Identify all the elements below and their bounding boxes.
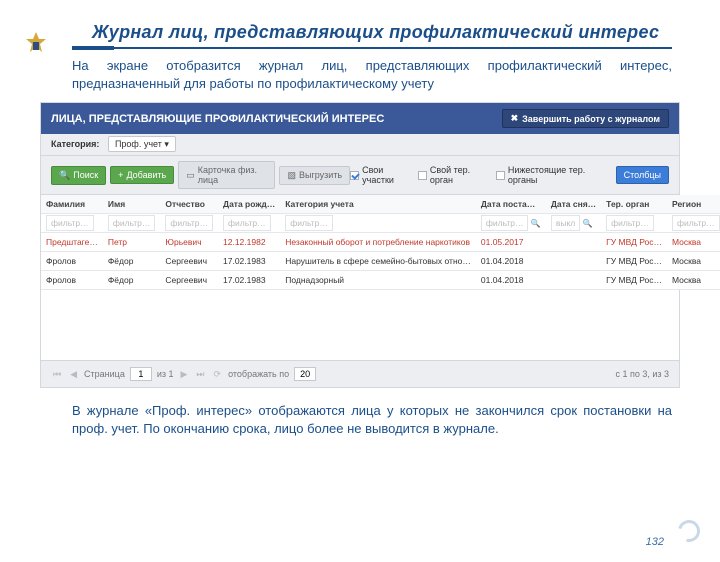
search-button[interactable]: 🔍Поиск [51,166,106,185]
filter-date-off[interactable]: выкл [551,215,580,231]
pager-prev[interactable]: ◀ [68,369,79,380]
filter-date-on[interactable]: фильтр… [481,215,529,231]
pager-first[interactable]: ⏮ [51,369,63,380]
filter-middlename[interactable]: фильтр… [165,215,213,231]
app-header: ЛИЦА, ПРЕДСТАВЛЯЮЩИЕ ПРОФИЛАКТИЧЕСКИЙ ИН… [41,103,679,134]
col-dob[interactable]: Дата рожд… [218,195,280,214]
pager-last[interactable]: ⏭ [194,369,206,380]
filter-region[interactable]: фильтр… [672,215,720,231]
toolbar: 🔍Поиск +Добавить ▭Карточка физ. лица ▧Вы… [41,156,679,195]
col-firstname[interactable]: Имя [103,195,161,214]
table-row[interactable]: ФроловФёдорСергеевич17.02.1983Нарушитель… [41,252,720,271]
app-title: ЛИЦА, ПРЕДСТАВЛЯЮЩИЕ ПРОФИЛАКТИЧЕСКИЙ ИН… [51,113,384,125]
checkbox-icon [418,171,427,180]
emblem-icon [22,30,50,63]
intro-paragraph: На экране отобразится журнал лиц, предст… [72,57,672,92]
own-org-checkbox[interactable]: Свой тер. орган [418,165,492,185]
card-icon: ▭ [186,170,195,181]
search-icon: 🔍 [59,170,70,181]
col-category[interactable]: Категория учета [280,195,476,214]
checkbox-icon [496,171,505,180]
pager-perpage-input[interactable] [294,367,316,381]
filter-lastname[interactable]: фильтр… [46,215,94,231]
slide-title: Журнал лиц, представляющих профилактичес… [92,22,720,43]
pager: ⏮ ◀ Страница из 1 ▶ ⏭ ⟳ отображать по с … [41,360,679,387]
card-button[interactable]: ▭Карточка физ. лица [178,161,275,189]
chevron-down-icon: ▾ [164,139,169,149]
sub-org-checkbox[interactable]: Нижестоящие тер. органы [496,165,611,185]
category-bar: Категория: Проф. учет ▾ [41,134,679,156]
own-areas-checkbox[interactable]: Свои участки [350,165,414,185]
checkbox-icon [350,171,359,180]
table-empty-space [41,290,679,360]
plus-icon: + [118,170,123,180]
pager-summary: с 1 по 3, из 3 [615,369,669,379]
pager-perpage-label: отображать по [228,369,289,379]
pager-refresh[interactable]: ⟳ [212,369,224,380]
col-org[interactable]: Тер. орган [601,195,667,214]
filter-row: фильтр… фильтр… фильтр… фильтр… фильтр… … [41,214,720,233]
table-row[interactable]: Предштаге…ПетрЮрьевич12.12.1982Незаконны… [41,233,720,252]
col-date-on[interactable]: Дата поста… [476,195,546,214]
page-number: 132 [646,536,664,548]
filter-org[interactable]: фильтр… [606,215,654,231]
app-window: ЛИЦА, ПРЕДСТАВЛЯЮЩИЕ ПРОФИЛАКТИЧЕСКИЙ ИН… [40,102,680,388]
pager-next[interactable]: ▶ [179,369,190,380]
outro-paragraph: В журнале «Проф. интерес» отображаются л… [72,402,672,437]
col-region[interactable]: Регион [667,195,720,214]
export-button[interactable]: ▧Выгрузить [279,166,350,185]
category-chip[interactable]: Проф. учет ▾ [108,136,176,152]
table-row[interactable]: ФроловФёдорСергеевич17.02.1983Поднадзорн… [41,271,720,290]
pager-of-total: из 1 [157,369,174,379]
filter-dob[interactable]: фильтр… [223,215,271,231]
col-lastname[interactable]: Фамилия [41,195,103,214]
close-icon: ✖ [511,113,519,124]
add-button[interactable]: +Добавить [110,166,174,184]
col-date-off[interactable]: Дата сня… [546,195,601,214]
pager-page-label: Страница [84,369,125,379]
export-icon: ▧ [287,170,296,181]
table-header-row: Фамилия Имя Отчество Дата рожд… Категори… [41,195,720,214]
search-icon[interactable]: 🔍 [531,219,541,228]
title-underline [72,47,672,49]
close-label: Завершить работу с журналом [522,114,660,124]
filter-category[interactable]: фильтр… [285,215,333,231]
columns-button[interactable]: Столбцы [616,166,669,184]
close-journal-button[interactable]: ✖ Завершить работу с журналом [502,109,669,128]
search-icon[interactable]: 🔍 [583,219,593,228]
corner-decoration [674,516,704,546]
pager-page-input[interactable] [130,367,152,381]
data-table: Фамилия Имя Отчество Дата рожд… Категори… [41,195,720,290]
col-middlename[interactable]: Отчество [160,195,218,214]
category-label: Категория: [51,139,99,149]
filter-firstname[interactable]: фильтр… [108,215,156,231]
